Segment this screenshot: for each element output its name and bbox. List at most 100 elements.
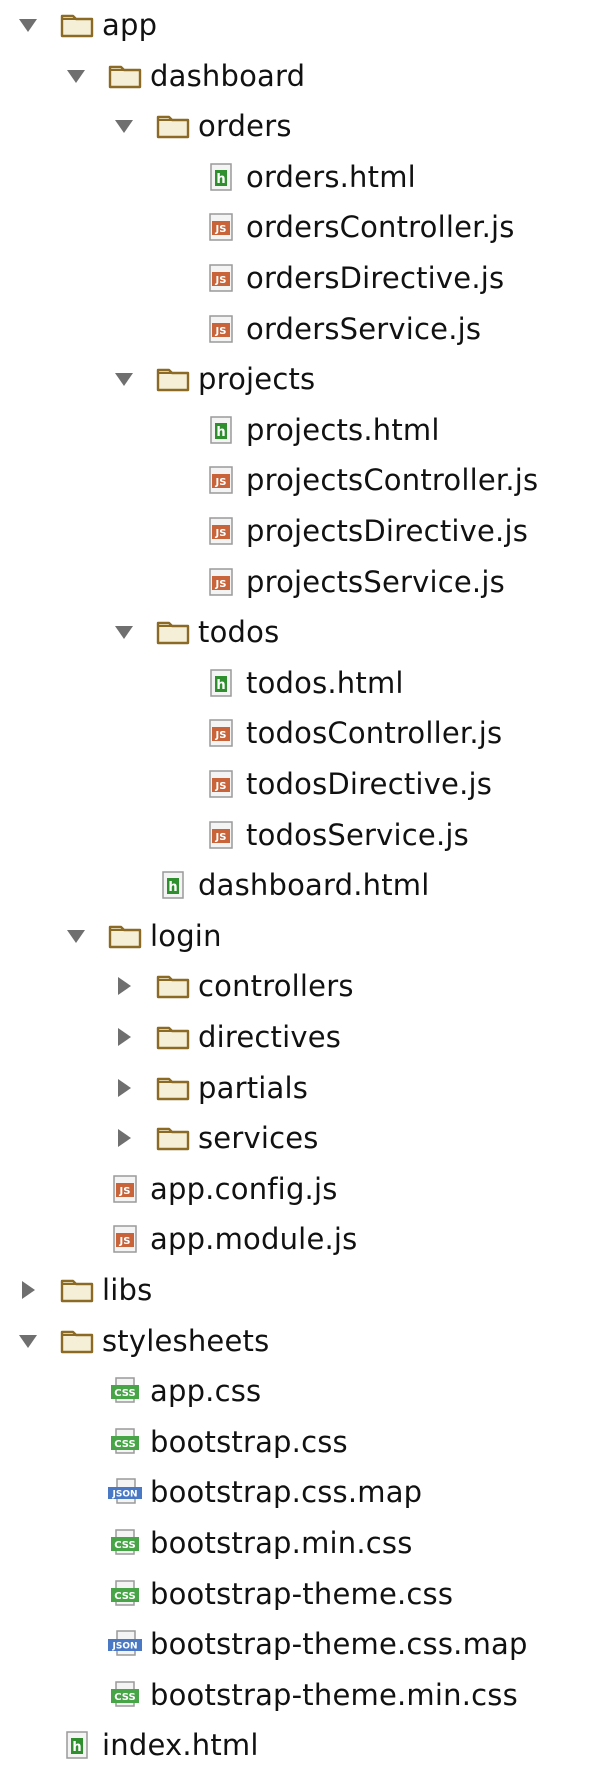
folder-icon [154,110,192,142]
tree-file-bootstrap-css-map[interactable]: JSON bootstrap.css.map [64,1467,422,1517]
svg-text:JS: JS [215,832,227,843]
arrow-spacer [160,772,184,796]
tree-file-orders-html[interactable]: h orders.html [160,152,416,202]
tree-folder-todos[interactable]: todos [112,607,279,657]
tree-item-label: orders.html [246,159,416,194]
svg-text:CSS: CSS [114,1540,135,1551]
tree-file-todos-html[interactable]: h todos.html [160,658,404,708]
tree-folder-projects[interactable]: projects [112,354,315,404]
svg-text:CSS: CSS [114,1591,135,1602]
tree-file-projectsservice-js[interactable]: JS projectsService.js [160,557,505,607]
tree-folder-services[interactable]: services [112,1113,319,1163]
tree-item-label: projectsController.js [246,463,539,498]
tree-file-projects-html[interactable]: h projects.html [160,405,440,455]
tree-item-label: projects [198,362,316,397]
arrow-spacer [160,266,184,290]
folder-icon [106,920,144,952]
expand-arrow-down-icon[interactable] [112,367,136,391]
tree-item-label: index.html [102,1728,259,1763]
tree-folder-login[interactable]: login [64,911,222,961]
svg-text:h: h [216,425,225,440]
tree-file-ordersservice-js[interactable]: JS ordersService.js [160,304,481,354]
arrow-spacer [160,570,184,594]
tree-folder-dashboard[interactable]: dashboard [64,51,305,101]
tree-file-todoscontroller-js[interactable]: JS todosController.js [160,708,502,758]
tree-folder-orders[interactable]: orders [112,101,292,151]
js-file-icon: JS [202,819,240,851]
tree-folder-controllers[interactable]: controllers [112,961,354,1011]
css-file-icon: CSS [106,1527,144,1559]
tree-item-label: bootstrap-theme.css.map [150,1627,528,1662]
tree-file-todosdirective-js[interactable]: JS todosDirective.js [160,759,492,809]
tree-file-bootstrap-theme-css-map[interactable]: JSON bootstrap-theme.css.map [64,1619,528,1669]
js-file-icon: JS [202,464,240,496]
svg-text:JS: JS [215,224,227,235]
arrow-spacer [160,519,184,543]
expand-arrow-down-icon[interactable] [112,114,136,138]
json-file-icon: JSON [106,1628,144,1660]
tree-file-bootstrap-min-css[interactable]: CSS bootstrap.min.css [64,1518,413,1568]
tree-item-label: todos [198,615,280,650]
arrow-spacer [160,671,184,695]
tree-folder-app[interactable]: app [16,0,157,50]
expand-arrow-right-icon[interactable] [112,1076,136,1100]
tree-folder-stylesheets[interactable]: stylesheets [16,1316,269,1366]
tree-file-app-module-js[interactable]: JS app.module.js [64,1214,357,1264]
arrow-spacer [160,721,184,745]
folder-icon [154,616,192,648]
svg-text:JS: JS [215,781,227,792]
expand-arrow-down-icon[interactable] [16,1329,40,1353]
tree-file-dashboard-html[interactable]: h dashboard.html [112,860,430,910]
tree-file-ordersdirective-js[interactable]: JS ordersDirective.js [160,253,504,303]
expand-arrow-down-icon[interactable] [16,13,40,37]
html-file-icon: h [202,667,240,699]
tree-file-app-config-js[interactable]: JS app.config.js [64,1164,338,1214]
tree-item-label: app [102,8,158,42]
tree-file-bootstrap-theme-css[interactable]: CSS bootstrap-theme.css [64,1569,453,1619]
expand-arrow-down-icon[interactable] [64,924,88,948]
css-file-icon: CSS [106,1426,144,1458]
svg-text:CSS: CSS [114,1439,135,1450]
tree-file-orderscontroller-js[interactable]: JS ordersController.js [160,202,515,252]
tree-item-label: todosDirective.js [246,767,493,801]
expand-arrow-down-icon[interactable] [64,64,88,88]
html-file-icon: h [202,414,240,446]
expand-arrow-right-icon[interactable] [16,1278,40,1302]
arrow-spacer [64,1177,88,1201]
tree-item-label: ordersController.js [246,210,515,245]
folder-icon [154,970,192,1002]
tree-file-todosservice-js[interactable]: JS todosService.js [160,810,469,860]
expand-arrow-down-icon[interactable] [112,620,136,644]
html-file-icon: h [154,869,192,901]
tree-file-projectscontroller-js[interactable]: JS projectsController.js [160,455,538,505]
tree-folder-partials[interactable]: partials [112,1063,308,1113]
tree-folder-directives[interactable]: directives [112,1012,341,1062]
tree-item-label: stylesheets [102,1323,270,1358]
arrow-spacer [160,317,184,341]
expand-arrow-right-icon[interactable] [112,974,136,998]
tree-item-label: app.module.js [150,1222,358,1257]
tree-file-index-html[interactable]: h index.html [16,1720,259,1770]
tree-item-label: login [150,918,222,953]
expand-arrow-right-icon[interactable] [112,1126,136,1150]
svg-text:JS: JS [215,528,227,539]
tree-folder-libs[interactable]: libs [16,1265,152,1315]
svg-text:JSON: JSON [111,1490,137,1500]
tree-item-label: services [198,1121,319,1156]
svg-text:JS: JS [119,1236,131,1247]
svg-text:JS: JS [215,275,227,286]
tree-item-label: bootstrap.css.map [150,1475,423,1510]
tree-file-app-css[interactable]: CSS app.css [64,1366,261,1416]
js-file-icon: JS [202,717,240,749]
tree-file-bootstrap-css[interactable]: CSS bootstrap.css [64,1417,348,1467]
tree-item-label: bootstrap-theme.min.css [150,1677,518,1712]
expand-arrow-right-icon[interactable] [112,1025,136,1049]
tree-item-label: directives [198,1020,342,1054]
tree-file-projectsdirective-js[interactable]: JS projectsDirective.js [160,506,528,556]
tree-item-label: todosService.js [246,817,469,852]
arrow-spacer [64,1227,88,1251]
tree-file-bootstrap-theme-min-css[interactable]: CSS bootstrap-theme.min.css [64,1670,518,1720]
tree-item-label: bootstrap-theme.css [150,1576,454,1611]
tree-item-label: app.css [150,1374,262,1409]
tree-item-label: orders [198,109,292,144]
